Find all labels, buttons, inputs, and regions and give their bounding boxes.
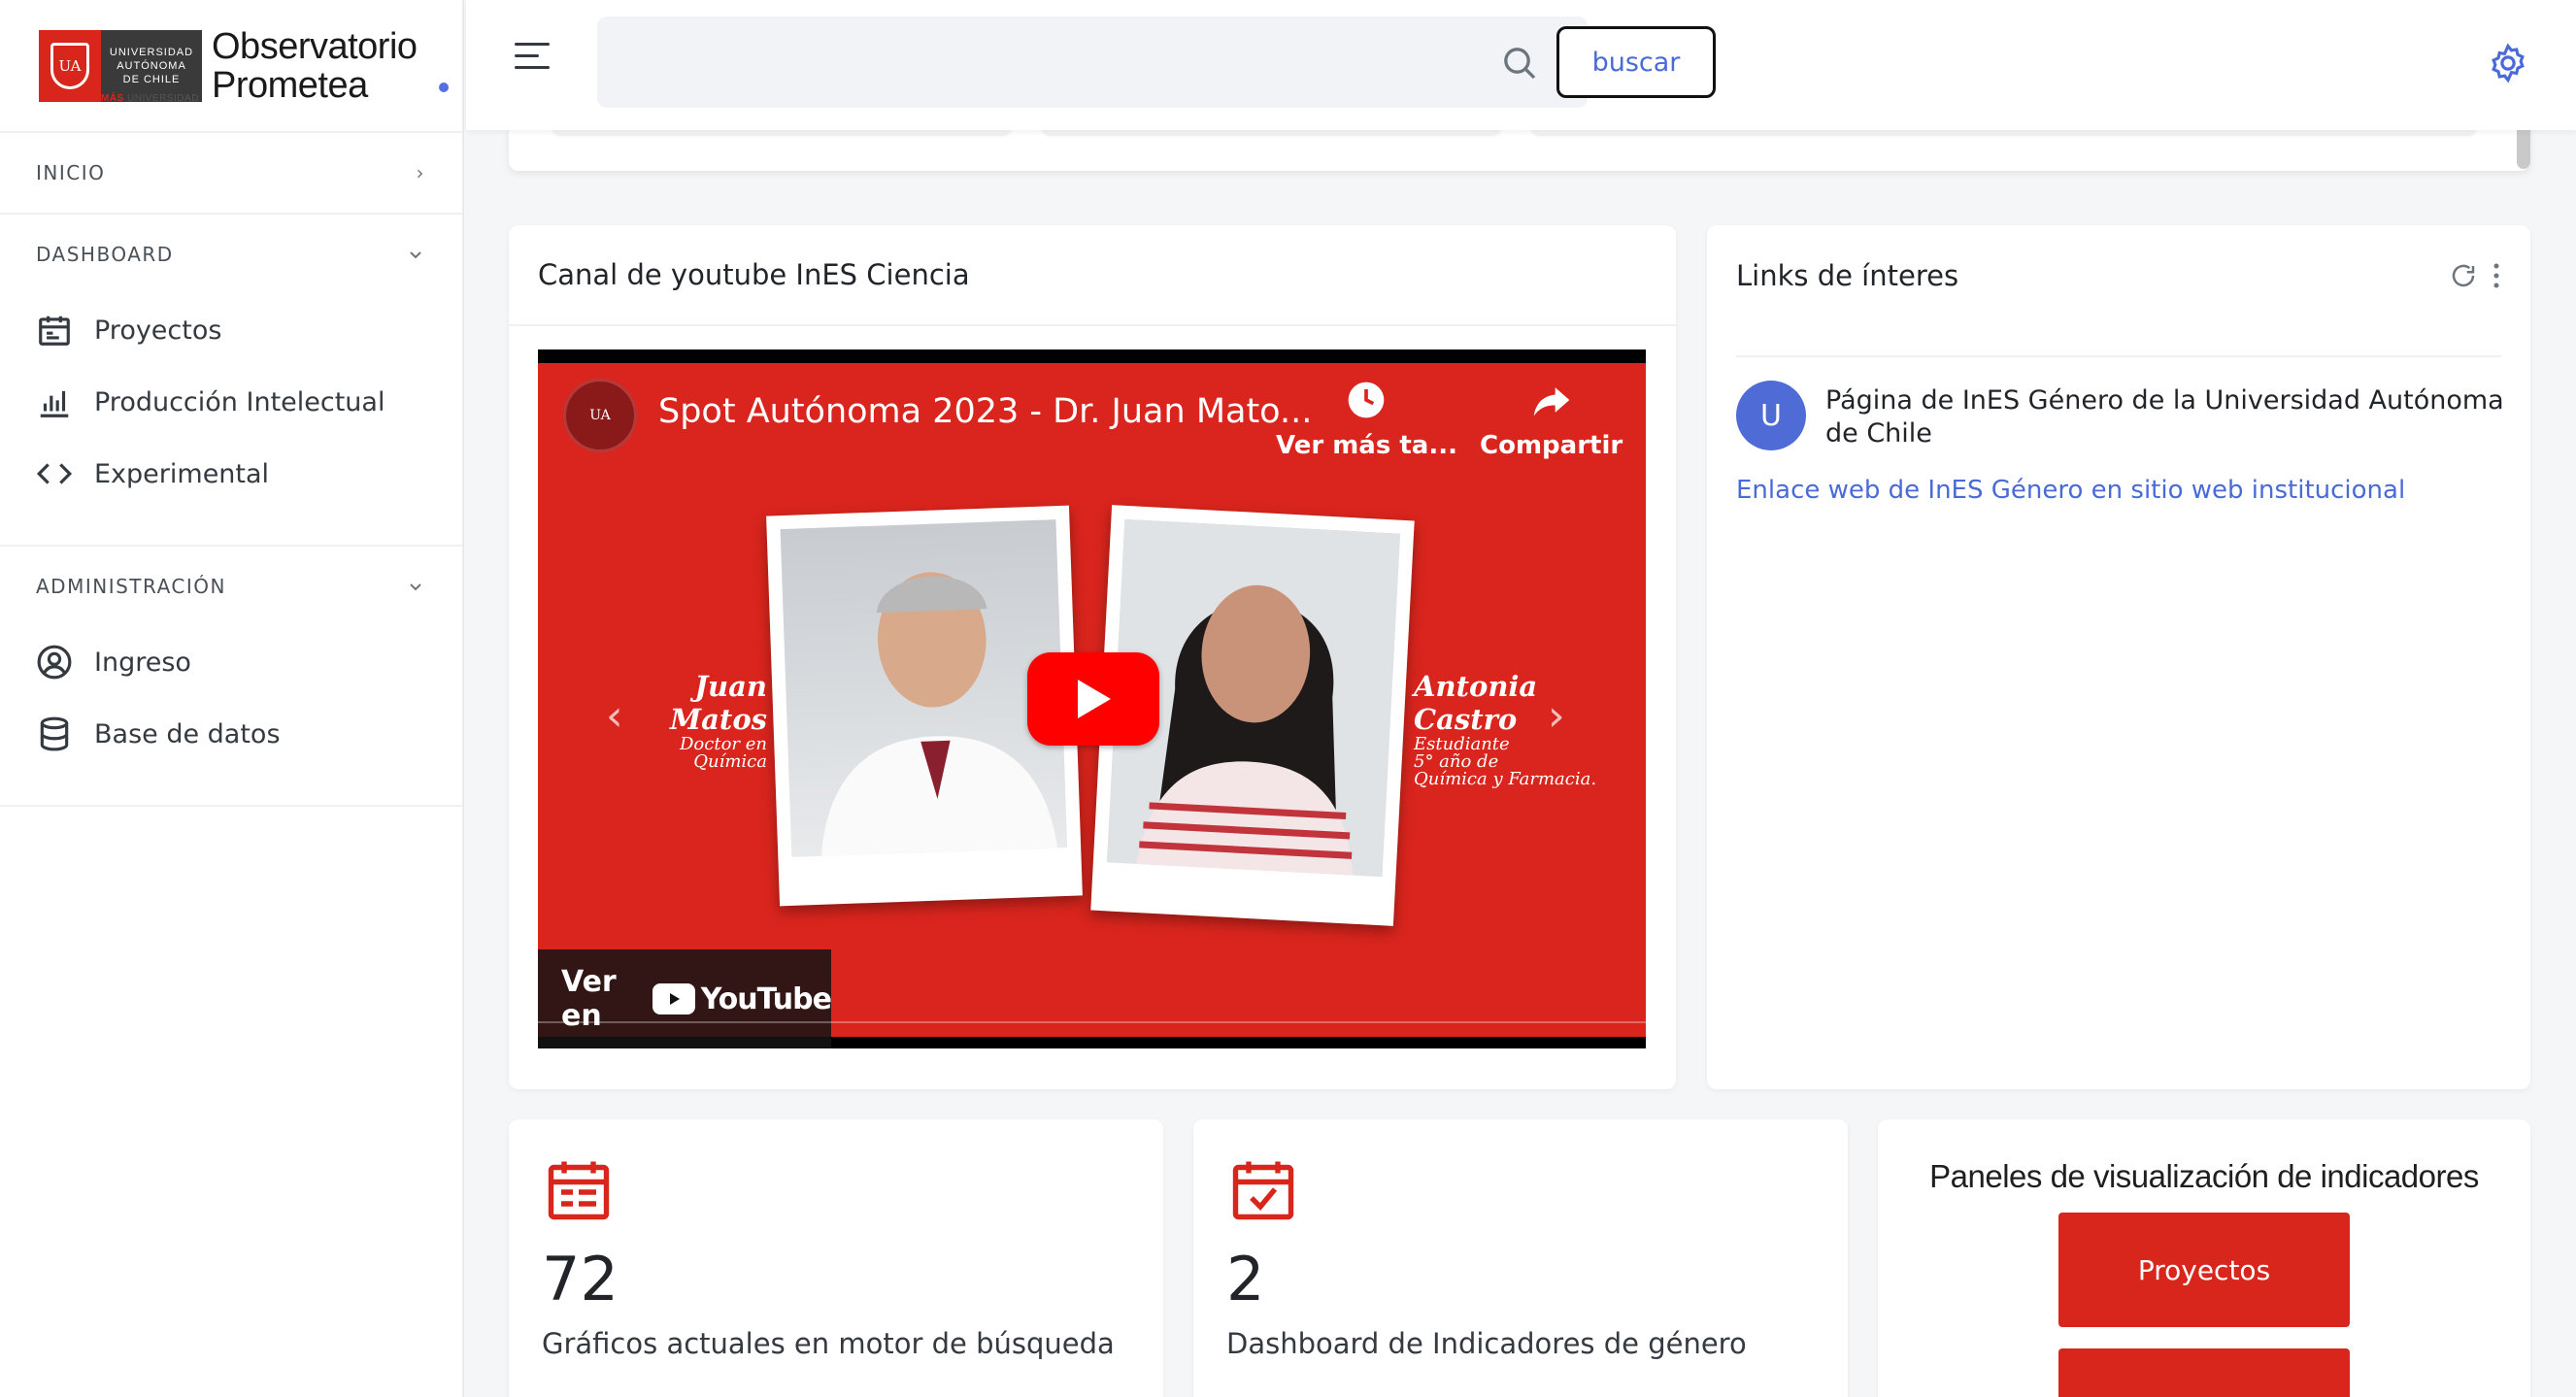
scrollbar[interactable]: [2517, 124, 2530, 169]
youtube-logo: YouTube: [652, 982, 832, 1016]
sidebar-item-produccion[interactable]: Producción Intelectual: [0, 366, 462, 438]
video-progress-bar[interactable]: [538, 1021, 1646, 1023]
more-vertical-icon[interactable]: [2492, 261, 2501, 290]
watch-on-youtube-button[interactable]: Ver en YouTube: [538, 949, 832, 1048]
bar-chart-icon: [40, 390, 69, 417]
panel-button-proyectos[interactable]: Proyectos: [2058, 1213, 2350, 1327]
sidebar-item-ingreso[interactable]: Ingreso: [0, 626, 462, 698]
calendar-check-icon: [1232, 1161, 1294, 1220]
channel-avatar[interactable]: UA: [563, 379, 637, 452]
stat-value: 2: [1226, 1244, 1265, 1314]
sidebar-item-proyectos[interactable]: Proyectos: [0, 294, 462, 366]
share-icon: [1533, 387, 1569, 416]
card-header: Canal de youtube InES Ciencia: [509, 225, 1676, 326]
brand-logo[interactable]: UA UNIVERSIDAD AUTÓNOMA DE CHILE MÁS UNI…: [0, 0, 462, 133]
nav-admin-header[interactable]: ADMINISTRACIÓN: [0, 547, 462, 626]
stat-card-dashboard: 2 Dashboard de Indicadores de género: [1193, 1119, 1848, 1397]
chevron-down-icon: [410, 251, 421, 259]
chevron-right-icon: ›: [1548, 691, 1565, 741]
clock-icon: [1349, 382, 1385, 418]
youtube-embed[interactable]: UA Spot Autónoma 2023 - Dr. Juan Mato...…: [538, 349, 1646, 1048]
right-name-tag: Antonia Castro Estudiante 5° año de Quím…: [1414, 670, 1597, 789]
search-bar: buscar: [597, 17, 1716, 108]
avatar: U: [1736, 381, 1806, 450]
stat-value: 72: [542, 1244, 619, 1314]
panels-title: Paneles de visualización de indicadores: [1929, 1158, 2479, 1194]
play-button[interactable]: [1027, 652, 1159, 746]
stat-card-graficos: 72 Gráficos actuales en motor de búsqued…: [509, 1119, 1163, 1397]
database-icon: [40, 716, 69, 751]
links-card: Links de ínteres U Página de InES Género…: [1707, 225, 2530, 1089]
nav-dashboard-header[interactable]: DASHBOARD: [0, 215, 462, 294]
refresh-icon[interactable]: [2449, 261, 2478, 290]
menu-toggle-icon[interactable]: [515, 43, 550, 78]
left-name-tag: Juan Matos Doctor en Química: [670, 670, 767, 772]
status-dot: [439, 83, 449, 92]
panel-button-2[interactable]: [2058, 1348, 2350, 1397]
search-icon[interactable]: [1500, 44, 1539, 83]
calendar-icon: [39, 316, 70, 346]
calendar-list-icon: [548, 1161, 610, 1220]
share-button[interactable]: Compartir: [1480, 377, 1623, 460]
sidebar: UA UNIVERSIDAD AUTÓNOMA DE CHILE MÁS UNI…: [0, 0, 464, 1397]
chevron-down-icon: [410, 583, 421, 591]
search-input[interactable]: [617, 31, 1422, 93]
play-icon: [1078, 680, 1111, 718]
card-header: Links de ínteres: [1707, 225, 2530, 326]
sidebar-item-base-datos[interactable]: Base de datos: [0, 698, 462, 770]
link-ines-genero[interactable]: Enlace web de InES Género en sitio web i…: [1736, 476, 2405, 505]
search-button[interactable]: buscar: [1556, 26, 1716, 98]
university-logo: UA UNIVERSIDAD AUTÓNOMA DE CHILE: [39, 29, 202, 102]
chevron-left-icon: ‹: [606, 691, 623, 741]
nav-inicio[interactable]: INICIO ›: [0, 133, 462, 213]
stat-label: Gráficos actuales en motor de búsqueda: [542, 1327, 1115, 1360]
user-circle-icon: [37, 645, 72, 680]
video-title[interactable]: Spot Autónoma 2023 - Dr. Juan Mato...: [658, 392, 1312, 431]
sidebar-item-experimental[interactable]: Experimental: [0, 438, 462, 510]
app-title: Observatorio Prometea: [212, 25, 418, 106]
stat-label: Dashboard de Indicadores de género: [1226, 1327, 1747, 1360]
gear-icon[interactable]: [2488, 43, 2528, 83]
panels-card: Paneles de visualización de indicadores …: [1878, 1119, 2530, 1397]
code-icon: [36, 463, 73, 484]
link-item-title: Página de InES Género de la Universidad …: [1825, 385, 2504, 449]
logo-tagline: MÁS UNIVERSIDAD: [101, 93, 199, 104]
watch-later-button[interactable]: Ver más ta...: [1276, 377, 1457, 460]
top-header: buscar: [466, 0, 2576, 130]
chevron-right-icon: ›: [416, 161, 425, 184]
youtube-card: Canal de youtube InES Ciencia UA Spot Au…: [509, 225, 1676, 1089]
